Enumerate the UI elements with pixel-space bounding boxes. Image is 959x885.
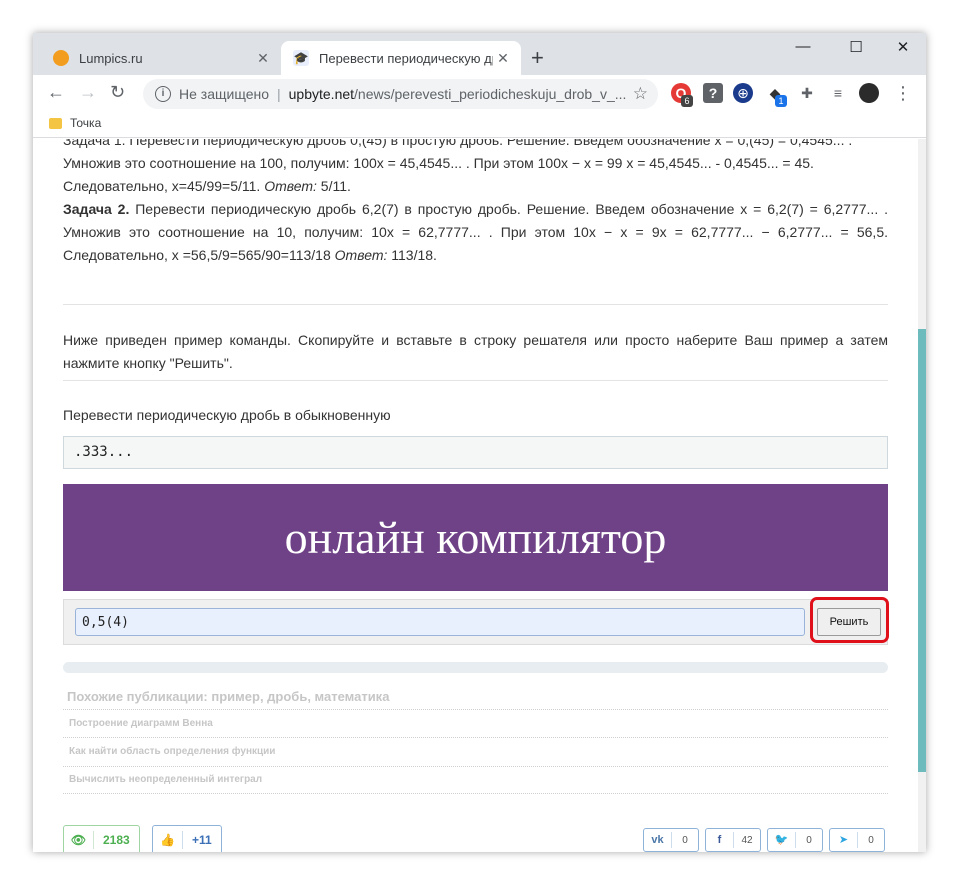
example-label: Перевести периодическую дробь в обыкнове… xyxy=(63,407,391,423)
address-bar[interactable]: i Не защищено | upbyte.net/news/perevest… xyxy=(143,79,658,109)
compiler-banner[interactable]: онлайн компилятор xyxy=(63,484,888,591)
separator: | xyxy=(277,86,281,102)
tab-title: Перевести периодическую дробь xyxy=(319,50,493,66)
new-tab-button[interactable]: + xyxy=(531,45,544,71)
vk-count: 0 xyxy=(682,834,688,846)
maximize-button[interactable]: ☐ xyxy=(833,38,879,56)
tab-close-icon[interactable]: ✕ xyxy=(493,50,513,67)
url-path: /news/perevesti_periodicheskuju_drob_v_.… xyxy=(354,86,627,102)
lumpics-favicon-icon xyxy=(53,50,69,66)
browser-window: Lumpics.ru ✕ 🎓 Перевести периодическую д… xyxy=(33,33,926,852)
similar-heading: Похожие публикации: пример, дробь, матем… xyxy=(67,689,390,704)
opera-badge: 6 xyxy=(681,95,693,107)
task1-line3: Следовательно, x=45/99=5/11. Ответ: 5/11… xyxy=(63,178,351,194)
similar-divider xyxy=(63,737,888,738)
views-counter: 👁 2183 xyxy=(63,825,140,852)
telegram-share-button[interactable]: ➤ 0 xyxy=(829,828,885,852)
example-code-box[interactable]: .333... xyxy=(63,436,888,469)
puzzle-extensions-icon[interactable]: ✚ xyxy=(797,83,817,103)
likes-count: +11 xyxy=(192,833,212,847)
security-label: Не защищено xyxy=(179,86,269,102)
telegram-count: 0 xyxy=(868,834,874,846)
profile-avatar[interactable] xyxy=(859,83,879,103)
vpn-globe-icon[interactable]: ⊕ xyxy=(733,83,753,103)
close-window-button[interactable]: ✕ xyxy=(880,38,926,56)
bookmark-label: Точка xyxy=(70,116,102,130)
progress-bar xyxy=(63,662,888,673)
highlight-frame xyxy=(810,597,889,643)
similar-divider xyxy=(63,793,888,794)
twitter-share-button[interactable]: 🐦 0 xyxy=(767,828,823,852)
task2-paragraph: Задача 2. Перевести периодическую дробь … xyxy=(63,201,888,263)
page-content: Задача 1. Перевести периодическую дробь … xyxy=(33,139,926,852)
task1-line2: Умножив это соотношение на 100, получим:… xyxy=(63,155,814,171)
tab-close-icon[interactable]: ✕ xyxy=(253,50,273,67)
reload-icon[interactable]: ↻ xyxy=(110,82,125,103)
divider xyxy=(63,304,888,305)
back-arrow-icon[interactable]: ← xyxy=(47,82,65,103)
folder-icon xyxy=(49,117,62,129)
telegram-icon: ➤ xyxy=(830,832,858,848)
divider xyxy=(63,380,888,381)
scrollbar-thumb[interactable] xyxy=(918,329,926,772)
similar-link[interactable]: Вычислить неопределенный интеграл xyxy=(69,774,262,785)
url-text[interactable]: upbyte.net/news/perevesti_periodicheskuj… xyxy=(289,86,633,102)
facebook-icon: f xyxy=(706,832,734,848)
similar-divider xyxy=(63,709,888,710)
eye-icon: 👁 xyxy=(64,831,94,849)
bookmark-star-icon[interactable]: ☆ xyxy=(633,84,648,104)
solver-panel: Решить xyxy=(63,599,888,645)
minimize-button[interactable]: — xyxy=(780,38,826,55)
facebook-share-button[interactable]: f 42 xyxy=(705,828,761,852)
unknown-extension-icon[interactable]: ? xyxy=(703,83,723,103)
vk-icon: vk xyxy=(644,832,672,848)
menu-kebab-icon[interactable]: ⋮ xyxy=(893,83,913,103)
instruction-text: Ниже приведен пример команды. Скопируйте… xyxy=(63,332,888,371)
solver-input[interactable] xyxy=(75,608,805,636)
thumbs-up-icon: 👍 xyxy=(153,831,183,849)
task1-line1: Задача 1. Перевести периодическую дробь … xyxy=(63,139,853,148)
banner-text: онлайн компилятор xyxy=(284,512,667,563)
vk-share-button[interactable]: vk 0 xyxy=(643,828,699,852)
facebook-count: 42 xyxy=(741,834,753,846)
similar-link[interactable]: Построение диаграмм Венна xyxy=(69,718,213,729)
similar-divider xyxy=(63,766,888,767)
twitter-count: 0 xyxy=(806,834,812,846)
browser-toolbar: ← → ↻ i Не защищено | upbyte.net/news/pe… xyxy=(33,75,926,113)
twitter-icon: 🐦 xyxy=(768,832,796,848)
forward-arrow-icon[interactable]: → xyxy=(79,82,97,103)
reading-list-icon[interactable]: ≡ xyxy=(828,83,848,103)
like-button[interactable]: 👍 +11 xyxy=(152,825,222,852)
views-count: 2183 xyxy=(103,833,130,847)
tab-title: Lumpics.ru xyxy=(79,50,143,66)
tab-lumpics[interactable]: Lumpics.ru ✕ xyxy=(41,41,281,75)
tab-upbyte[interactable]: 🎓 Перевести периодическую дробь ✕ xyxy=(281,41,521,75)
url-host: upbyte.net xyxy=(288,86,355,102)
article-text: Задача 1. Перевести периодическую дробь … xyxy=(63,139,888,267)
box-badge: 1 xyxy=(775,95,787,107)
bookmark-folder[interactable]: Точка xyxy=(49,116,101,130)
bookmarks-bar: Точка xyxy=(33,113,926,138)
tab-bar: Lumpics.ru ✕ 🎓 Перевести периодическую д… xyxy=(33,33,926,75)
similar-link[interactable]: Как найти область определения функции xyxy=(69,746,275,757)
graduation-cap-favicon-icon: 🎓 xyxy=(293,50,309,66)
info-icon[interactable]: i xyxy=(155,86,171,102)
